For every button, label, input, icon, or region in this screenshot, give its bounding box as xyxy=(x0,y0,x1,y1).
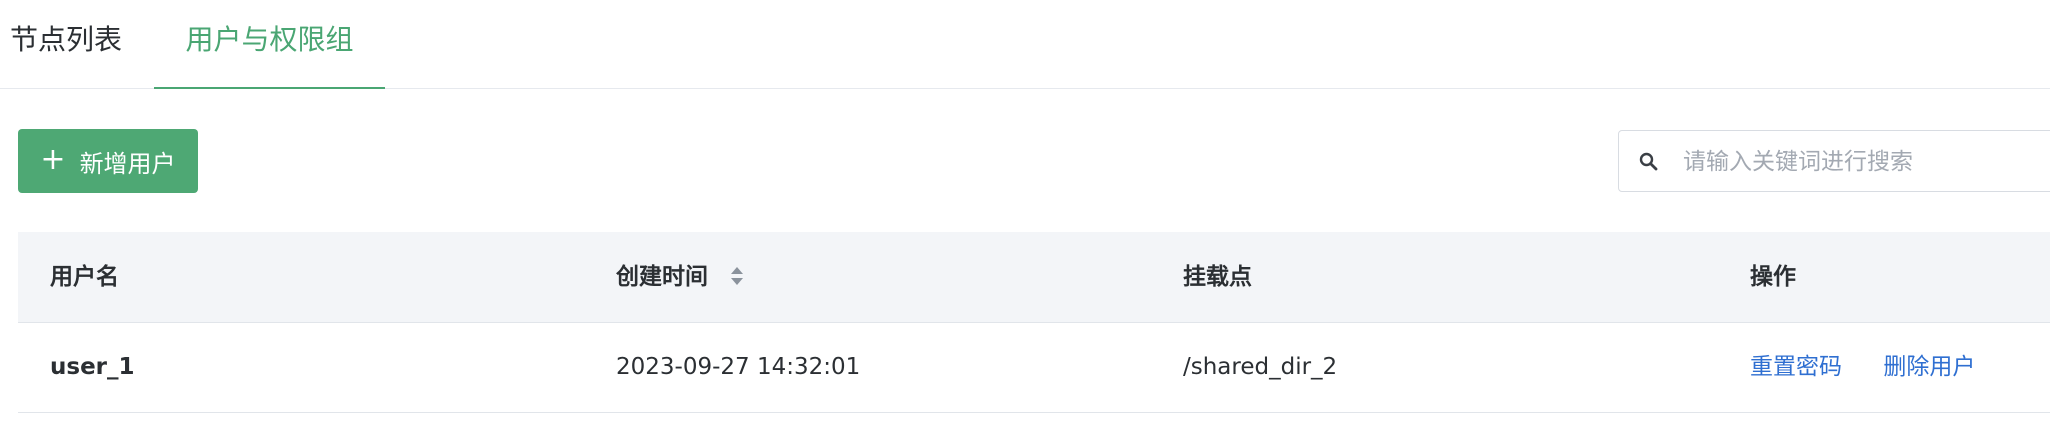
column-header-username: 用户名 xyxy=(50,264,119,290)
user-permission-page: 节点列表 用户与权限组 + 新增用户 用户名 创建时间 挂载点 操作 use xyxy=(0,0,2050,444)
cell-username: user_1 xyxy=(50,354,135,380)
table-header: 用户名 创建时间 挂载点 操作 xyxy=(18,232,2050,323)
column-header-operations: 操作 xyxy=(1750,264,1796,290)
delete-user-link[interactable]: 删除用户 xyxy=(1883,354,1975,380)
search-icon xyxy=(1639,152,1658,171)
add-user-label: 新增用户 xyxy=(79,149,176,178)
cell-operations: 重置密码 删除用户 xyxy=(1750,323,2009,411)
column-header-mount-point: 挂载点 xyxy=(1183,264,1252,290)
search-box[interactable] xyxy=(1618,130,2050,193)
table-row: user_1 2023-09-27 14:32:01 /shared_dir_2… xyxy=(18,323,2050,413)
tab-bar: 节点列表 用户与权限组 xyxy=(0,0,2050,89)
column-header-created-time[interactable]: 创建时间 xyxy=(616,232,744,322)
column-header-label: 创建时间 xyxy=(616,264,708,290)
tab-users-permissions[interactable]: 用户与权限组 xyxy=(154,0,385,89)
cell-created-time: 2023-09-27 14:32:01 xyxy=(616,354,861,380)
tab-label: 用户与权限组 xyxy=(185,23,354,56)
add-user-button[interactable]: + 新增用户 xyxy=(18,129,198,193)
tab-label: 节点列表 xyxy=(10,23,123,56)
search-input[interactable] xyxy=(1681,131,2050,193)
plus-icon: + xyxy=(40,141,66,177)
reset-password-link[interactable]: 重置密码 xyxy=(1750,354,1842,380)
cell-mount-point: /shared_dir_2 xyxy=(1183,354,1338,380)
tab-node-list[interactable]: 节点列表 xyxy=(10,0,122,88)
sort-icon[interactable] xyxy=(730,265,744,287)
